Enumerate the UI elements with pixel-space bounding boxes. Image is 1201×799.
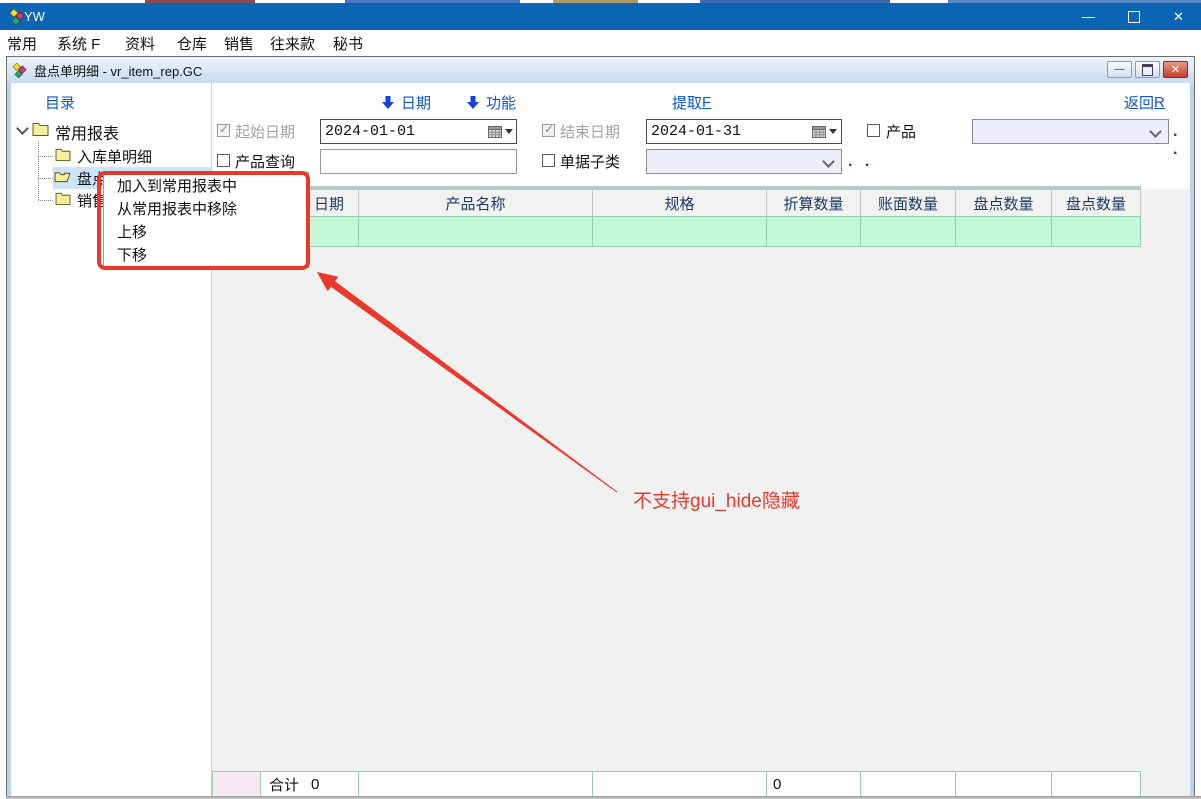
summary-total-cell: 合计 0 [261, 771, 359, 797]
menu-item-mishu[interactable]: 秘书 [333, 33, 363, 54]
context-menu-item-remove-from-favorites[interactable]: 从常用报表中移除 [104, 198, 308, 221]
summary-total-value: 0 [311, 776, 319, 793]
date-menu-button[interactable]: 日期 [382, 92, 431, 113]
product-checkbox[interactable] [867, 124, 880, 137]
tree-connector [38, 156, 53, 158]
tree-connector [38, 200, 53, 202]
summary-indicator-cell [212, 771, 261, 797]
folder-icon [32, 122, 49, 136]
child-window-title: 盘点单明细 - vr_item_rep.GC [34, 61, 202, 80]
down-arrow-icon [382, 96, 394, 109]
child-restore-icon[interactable] [1135, 61, 1160, 78]
menubar: 常用 系统 F 资料 仓库 销售 往来款 秘书 [0, 30, 1201, 56]
end-date-checkbox[interactable] [542, 124, 555, 137]
menu-item-wanglaikuan[interactable]: 往来款 [270, 33, 315, 54]
product-query-checkbox[interactable] [217, 154, 230, 167]
child-window: 盘点单明细 - vr_item_rep.GC — ✕ 目录 日期 功能 [6, 56, 1195, 799]
product-combobox[interactable] [972, 119, 1169, 144]
down-arrow-icon [467, 96, 479, 109]
tree-connector [38, 141, 40, 200]
grid-empty-row[interactable] [212, 216, 1141, 247]
doc-subtype-more-button[interactable]: . . [848, 153, 873, 171]
function-menu-button[interactable]: 功能 [467, 92, 516, 113]
extract-accelerator: F [702, 94, 711, 111]
child-minimize-icon[interactable]: — [1107, 61, 1132, 78]
column-header-spec[interactable]: 规格 [593, 189, 767, 216]
calendar-icon [488, 125, 502, 138]
tree-connector [38, 178, 53, 180]
grid-summary-row: 合计 0 0 [212, 771, 1141, 797]
menu-item-changyong[interactable]: 常用 [7, 33, 37, 54]
menu-item-xitong[interactable]: 系统 F [57, 33, 100, 54]
context-menu-item-move-up[interactable]: 上移 [104, 221, 308, 244]
open-folder-icon [54, 170, 71, 183]
extract-button[interactable]: 提取F [672, 92, 711, 113]
close-icon[interactable]: ✕ [1156, 3, 1201, 30]
maximize-icon[interactable] [1111, 3, 1156, 30]
column-header-count-qty2[interactable]: 盘点数量 [1052, 189, 1141, 216]
menu-item-ziliao[interactable]: 资料 [125, 33, 155, 54]
calendar-dropdown-icon[interactable] [812, 125, 837, 138]
menu-item-cangku[interactable]: 仓库 [177, 33, 207, 54]
tree-item-rukudanmingxi[interactable]: 入库单明细 [77, 146, 152, 167]
context-menu-item-add-to-favorites[interactable]: 加入到常用报表中 [104, 175, 308, 198]
back-button[interactable]: 返回R [1124, 92, 1165, 113]
chevron-down-icon[interactable] [16, 122, 29, 135]
annotation-text: 不支持gui_hide隐藏 [633, 486, 800, 513]
back-accelerator: R [1154, 94, 1165, 111]
child-titlebar: 盘点单明细 - vr_item_rep.GC — ✕ [7, 57, 1194, 83]
column-header-book-qty[interactable]: 账面数量 [861, 189, 956, 216]
product-more-button[interactable]: . . [1173, 123, 1190, 159]
summary-total-label: 合计 [269, 774, 299, 795]
product-label: 产品 [886, 121, 916, 142]
chevron-down-icon [822, 155, 835, 168]
menu-item-xiaoshou[interactable]: 销售 [224, 33, 254, 54]
product-query-input[interactable] [320, 149, 517, 174]
column-header-product[interactable]: 产品名称 [359, 189, 593, 216]
app-title: YW [24, 9, 45, 24]
folder-icon [55, 192, 71, 205]
product-query-label: 产品查询 [235, 151, 295, 172]
minimize-icon[interactable]: — [1066, 3, 1111, 30]
calendar-dropdown-icon[interactable] [488, 125, 513, 138]
child-window-icon [13, 63, 28, 78]
child-window-controls: — ✕ [1107, 61, 1188, 78]
column-header-count-qty[interactable]: 盘点数量 [956, 189, 1052, 216]
start-date-checkbox[interactable] [217, 124, 230, 137]
window-controls: — ✕ [1066, 3, 1201, 30]
end-date-label: 结束日期 [560, 121, 620, 142]
summary-converted-cell: 0 [767, 771, 861, 797]
column-header-converted[interactable]: 折算数量 [767, 189, 861, 216]
calendar-icon [812, 125, 826, 138]
app-icon [10, 9, 26, 25]
grid-header-row: 日期 产品名称 规格 折算数量 账面数量 盘点数量 盘点数量 [212, 189, 1141, 216]
context-menu: 加入到常用报表中 从常用报表中移除 上移 下移 [103, 172, 309, 268]
catalog-link[interactable]: 目录 [45, 92, 75, 113]
application-window: YW — ✕ 常用 系统 F 资料 仓库 销售 往来款 秘书 盘点单明细 - v… [0, 0, 1201, 799]
doc-subtype-combobox[interactable] [646, 149, 842, 174]
chevron-down-icon [1149, 125, 1162, 138]
context-menu-item-move-down[interactable]: 下移 [104, 244, 308, 267]
child-close-icon[interactable]: ✕ [1163, 61, 1188, 78]
tree-root-changyongbaobiao[interactable]: 常用报表 [55, 120, 119, 144]
folder-icon [55, 148, 71, 161]
doc-subtype-checkbox[interactable] [542, 154, 555, 167]
app-titlebar: YW — ✕ [0, 3, 1201, 30]
doc-subtype-label: 单据子类 [560, 151, 620, 172]
start-date-label: 起始日期 [235, 121, 295, 142]
